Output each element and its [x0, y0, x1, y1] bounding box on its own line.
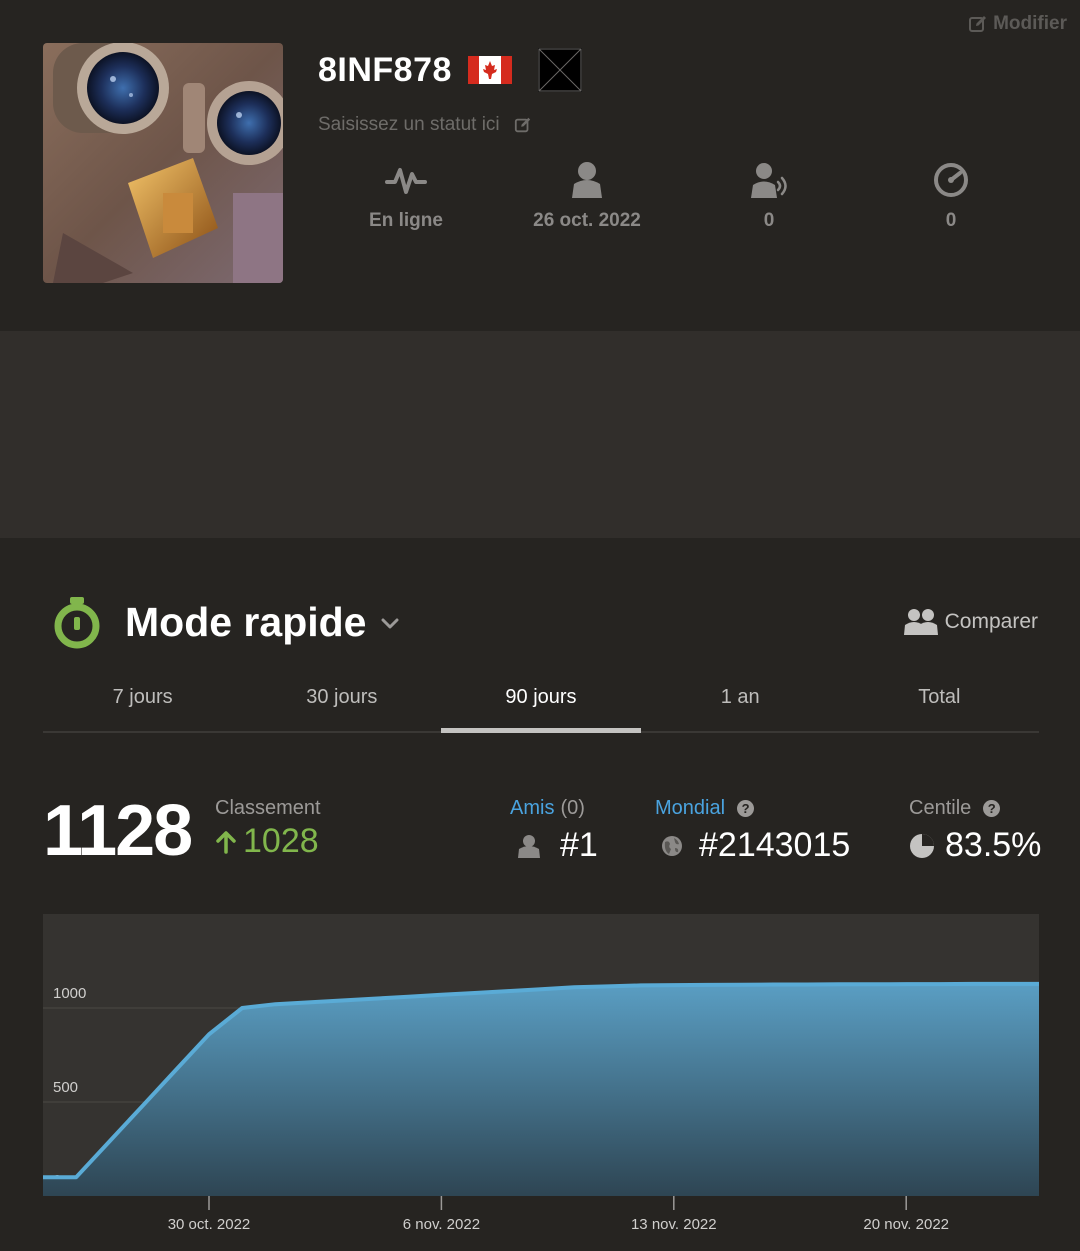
tab-total[interactable]: Total: [840, 670, 1039, 731]
friends-count: (0): [560, 797, 585, 819]
tab-7-days[interactable]: 7 jours: [43, 670, 242, 731]
global-rank-value: #2143015: [699, 826, 851, 864]
profile-header: Modifier 8INF878 Saisissez un statut ici…: [0, 0, 1080, 331]
percentile: Centile ? 83.5%: [909, 797, 1041, 865]
edit-profile-link[interactable]: Modifier: [968, 13, 1067, 35]
percentile-row: 83.5%: [909, 826, 1041, 865]
rank-block: Classement 1028: [215, 797, 321, 861]
edit-icon: [969, 16, 987, 32]
stat-online-value: En ligne: [369, 210, 443, 231]
status-input[interactable]: Saisissez un statut ici: [318, 114, 532, 136]
username[interactable]: 8INF878: [318, 51, 452, 90]
username-row: 8INF878: [318, 45, 582, 95]
stat-views-value: 0: [945, 210, 957, 231]
percentile-help-icon[interactable]: ?: [983, 800, 1001, 817]
global-help-icon[interactable]: ?: [737, 800, 755, 817]
friends-rank: Amis (0) #1: [510, 797, 598, 865]
friends-rank-value: #1: [560, 826, 598, 864]
global-rank-row: #2143015: [655, 826, 850, 865]
percentile-label: Centile: [909, 797, 972, 819]
stat-online: En ligne: [306, 160, 506, 232]
user-joined-icon: [572, 162, 602, 198]
tab-30-days[interactable]: 30 jours: [242, 670, 441, 731]
compare-label: Comparer: [944, 610, 1038, 633]
x-tick-label: 20 nov. 2022: [863, 1216, 949, 1233]
compare-button[interactable]: Comparer: [903, 607, 1038, 637]
global-label[interactable]: Mondial: [655, 797, 725, 820]
status-placeholder: Saisissez un statut ici: [318, 114, 500, 135]
broken-image-icon: [537, 48, 582, 92]
friends-label-row[interactable]: Amis (0): [510, 797, 598, 820]
mode-title: Mode rapide: [125, 598, 367, 645]
edit-status-icon: [514, 117, 530, 133]
stat-views: 0: [851, 160, 1051, 232]
followers-icon: [751, 163, 787, 198]
y-tick-label: 500: [53, 1079, 78, 1096]
rating-chart-svg: 05001000 30 oct. 20226 nov. 202213 nov. …: [43, 914, 1039, 1233]
x-tick-label: 6 nov. 2022: [403, 1216, 480, 1233]
user-icon: [518, 834, 540, 858]
stopwatch-icon: [54, 597, 100, 649]
views-icon: [934, 163, 968, 197]
global-rank: Mondial ? #2143015: [655, 797, 850, 865]
percentile-value: 83.5%: [945, 826, 1042, 864]
friends-label[interactable]: Amis: [510, 797, 554, 820]
tab-1-year[interactable]: 1 an: [641, 670, 840, 731]
stat-joined: 26 oct. 2022: [487, 160, 687, 232]
stat-followers-value: 0: [763, 210, 775, 231]
percentile-label-row: Centile ?: [909, 797, 1041, 820]
profile-panel: [0, 331, 1080, 538]
y-tick-label: 1000: [53, 985, 86, 1002]
global-label-row: Mondial ?: [655, 797, 850, 820]
x-tick-label: 13 nov. 2022: [631, 1216, 717, 1233]
rating-chart: 05001000 30 oct. 20226 nov. 202213 nov. …: [43, 914, 1039, 1244]
time-range-tabs: 7 jours 30 jours 90 jours 1 an Total: [43, 670, 1039, 733]
globe-icon: [662, 835, 682, 856]
canada-flag-icon: [467, 56, 512, 84]
mode-selector[interactable]: Mode rapide: [53, 595, 400, 649]
friends-rank-row: #1: [510, 826, 598, 865]
rating-change: 1028: [215, 822, 321, 861]
chevron-down-icon: [381, 618, 399, 629]
edit-profile-label: Modifier: [993, 13, 1067, 34]
rating-change-value: 1028: [243, 822, 319, 860]
compare-users-icon: [903, 609, 938, 635]
activity-icon: [385, 168, 427, 194]
rating-value: 1128: [43, 791, 193, 871]
pie-chart-icon: [910, 833, 934, 858]
avatar[interactable]: [43, 43, 283, 283]
rank-label: Classement: [215, 797, 321, 819]
stat-followers: 0: [669, 160, 869, 232]
tab-90-days[interactable]: 90 jours: [441, 670, 641, 733]
x-tick-label: 30 oct. 2022: [168, 1216, 251, 1233]
arrow-up-icon: [216, 830, 236, 854]
stat-joined-value: 26 oct. 2022: [533, 210, 641, 231]
